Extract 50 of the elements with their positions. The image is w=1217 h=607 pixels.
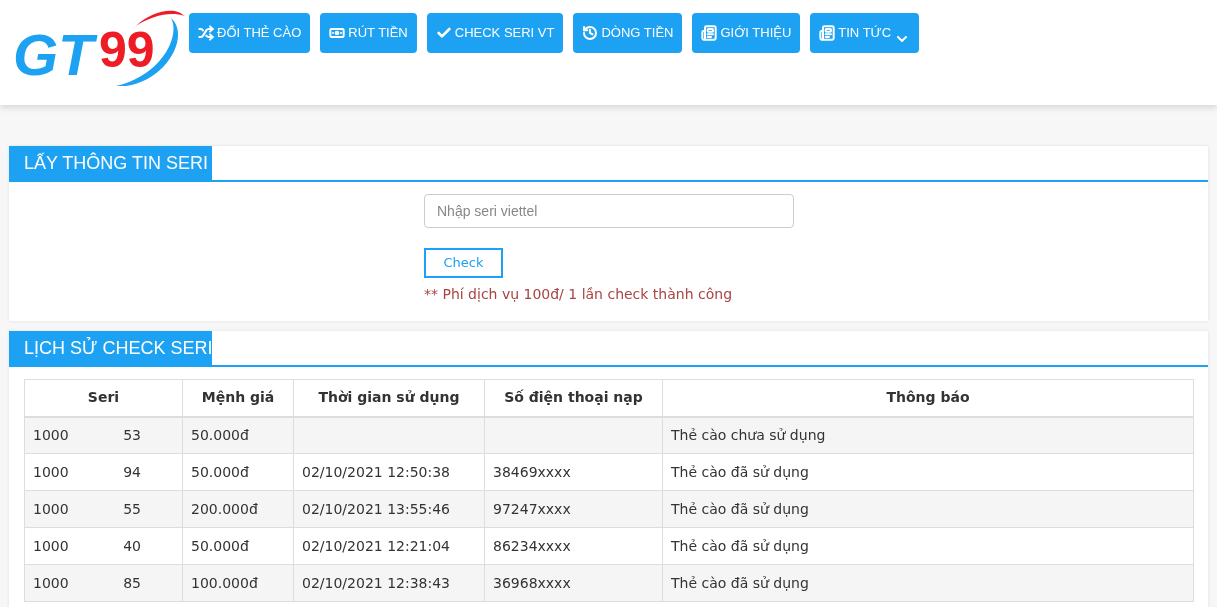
newspaper-icon bbox=[819, 25, 836, 41]
seri-prefix: 1000 bbox=[33, 462, 69, 482]
seri-input-field[interactable]: Nhập seri viettel bbox=[424, 194, 794, 228]
seri-suffix: 55 bbox=[123, 499, 141, 519]
banknote-icon bbox=[329, 25, 346, 41]
phone-cell: 38469xxxx bbox=[484, 453, 663, 491]
value-cell: 50.000đ bbox=[182, 527, 294, 565]
seri-prefix: 1000 bbox=[33, 499, 69, 519]
message-cell: Thẻ cào đã sử dụng bbox=[662, 453, 1194, 491]
history-icon bbox=[582, 25, 599, 41]
seri-suffix: 94 bbox=[123, 462, 141, 482]
phone-cell: 86234xxxx bbox=[484, 527, 663, 565]
message-cell: Thẻ cào chưa sử dụng bbox=[662, 416, 1194, 454]
column-header: Thông báo bbox=[662, 379, 1194, 417]
time-cell: 02/10/2021 13:55:46 bbox=[293, 490, 485, 528]
panel-title: LẤY THÔNG TIN SERI bbox=[9, 146, 212, 180]
nav-button[interactable]: ĐỔI THẺ CÀO bbox=[189, 13, 311, 53]
time-cell: 02/10/2021 12:21:04 bbox=[293, 527, 485, 565]
panel-title: LỊCH SỬ CHECK SERI bbox=[9, 331, 212, 365]
seri-prefix: 1000 bbox=[33, 425, 69, 445]
value-cell: 50.000đ bbox=[182, 416, 294, 454]
nav-button[interactable]: GIỚI THIỆU bbox=[692, 13, 801, 53]
message-cell: Thẻ cào đã sử dụng bbox=[662, 564, 1194, 602]
fee-note: ** Phí dịch vụ 100đ/ 1 lần check thành công bbox=[424, 285, 733, 304]
seri-suffix: 85 bbox=[123, 573, 141, 593]
seri-prefix: 1000 bbox=[33, 573, 69, 593]
phone-cell: 36968xxxx bbox=[484, 564, 663, 602]
check-icon bbox=[435, 25, 452, 41]
seri-suffix: 53 bbox=[123, 425, 141, 445]
time-cell: 02/10/2021 12:38:43 bbox=[293, 564, 485, 602]
message-cell: Thẻ cào đã sử dụng bbox=[662, 527, 1194, 565]
nav-button[interactable]: TIN TỨC bbox=[810, 13, 920, 53]
column-header: Thời gian sử dụng bbox=[293, 379, 485, 417]
seri-suffix: 40 bbox=[123, 536, 141, 556]
time-cell: 02/10/2021 12:50:38 bbox=[293, 453, 485, 491]
column-header: Số điện thoại nạp bbox=[484, 379, 663, 417]
check-button[interactable]: Check bbox=[424, 248, 503, 278]
value-cell: 100.000đ bbox=[182, 564, 294, 602]
nav-button[interactable]: CHECK SERI VT bbox=[426, 13, 564, 53]
nav-button[interactable]: RÚT TIỀN bbox=[320, 13, 417, 53]
message-cell: Thẻ cào đã sử dụng bbox=[662, 490, 1194, 528]
shuffle-icon bbox=[198, 25, 214, 41]
seri-prefix: 1000 bbox=[33, 536, 69, 556]
value-cell: 200.000đ bbox=[182, 490, 294, 528]
phone-cell: 97247xxxx bbox=[484, 490, 663, 528]
column-header: Mệnh giá bbox=[182, 379, 294, 417]
column-header: Seri bbox=[24, 379, 183, 417]
value-cell: 50.000đ bbox=[182, 453, 294, 491]
nav-button[interactable]: DÒNG TIỀN bbox=[573, 13, 683, 53]
newspaper-icon bbox=[701, 25, 718, 41]
